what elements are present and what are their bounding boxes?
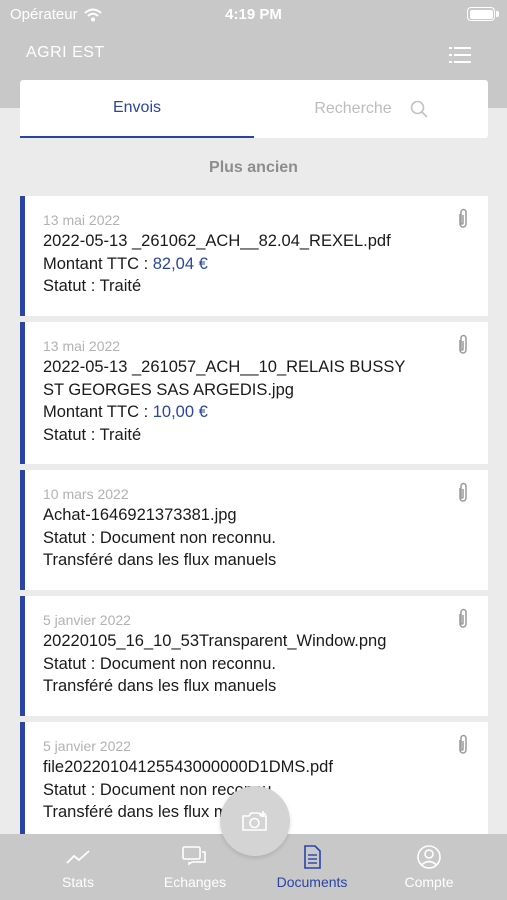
paperclip-icon[interactable] (456, 334, 470, 356)
paperclip-icon[interactable] (456, 734, 470, 756)
document-details: 2022-05-13 _261057_ACH__10_RELAIS BUSSY … (43, 356, 463, 446)
document-date: 13 mai 2022 (43, 212, 121, 228)
tab-recherche[interactable]: Recherche (254, 80, 488, 138)
paperclip-icon[interactable] (456, 608, 470, 630)
document-card[interactable]: 13 mai 2022 2022-05-13 _261062_ACH__82.0… (20, 196, 488, 316)
document-date: 5 janvier 2022 (43, 612, 131, 628)
document-date: 5 janvier 2022 (43, 738, 131, 754)
amount-value: 82,04 € (152, 254, 208, 273)
search-icon (410, 100, 428, 118)
chat-bubbles-icon (182, 846, 206, 866)
tab-echanges-label: Echanges (163, 874, 227, 890)
document-filename: 2022-05-13 _261057_ACH__10_RELAIS BUSSY (43, 358, 406, 376)
segment-tabs: Envois Recherche (20, 80, 488, 138)
document-status: Statut : Traité (43, 277, 142, 295)
section-heading: Plus ancien (209, 159, 298, 176)
document-details: 20220105_16_10_53Transparent_Window.png … (43, 630, 463, 698)
tab-envois-label: Envois (112, 99, 162, 116)
document-filename-cont: ST GEORGES SAS ARGEDIS.jpg (43, 380, 294, 399)
paperclip-icon[interactable] (456, 482, 470, 504)
tab-recherche-label: Recherche (314, 100, 392, 117)
document-card[interactable]: 13 mai 2022 2022-05-13 _261057_ACH__10_R… (20, 322, 488, 464)
document-status: Statut : Traité (43, 425, 142, 444)
document-note: Transféré dans les flux manuels (43, 551, 277, 569)
tab-stats-label: Stats (62, 874, 94, 890)
document-amount: Montant TTC : 82,04 € (43, 253, 463, 276)
amount-label: Montant TTC : (43, 254, 153, 273)
document-status: Statut : Document non reconnu. (43, 654, 276, 673)
document-icon (304, 845, 321, 869)
tab-compte-label: Compte (404, 874, 454, 890)
amount-label: Montant TTC : (43, 403, 153, 421)
tab-documents-label: Documents (276, 874, 348, 890)
list-menu-icon[interactable] (449, 46, 471, 64)
document-details: Achat-1646921373381.jpg Statut : Documen… (43, 504, 463, 572)
document-card[interactable]: 5 janvier 2022 20220105_16_10_53Transpar… (20, 596, 488, 716)
user-account-icon (417, 845, 441, 869)
document-filename: 20220105_16_10_53Transparent_Window.png (43, 632, 387, 650)
tab-compte[interactable]: Compte (366, 834, 492, 900)
document-status: Statut : Document non reconnu. (43, 528, 276, 547)
document-note: Transféré dans les flux manuels (43, 677, 277, 695)
paperclip-icon[interactable] (456, 208, 470, 230)
amount-value: 10,00 € (152, 403, 208, 421)
document-card[interactable]: 10 mars 2022 Achat-1646921373381.jpg Sta… (20, 470, 488, 590)
document-details: 2022-05-13 _261062_ACH__82.04_REXEL.pdf … (43, 230, 463, 298)
page-title: AGRI EST (26, 44, 105, 61)
document-filename: 2022-05-13 _261062_ACH__82.04_REXEL.pdf (43, 232, 391, 250)
document-filename: file20220104125543000000D1DMS.pdf (43, 758, 333, 776)
status-bar: Opérateur 4:19 PM (0, 0, 507, 30)
document-filename: Achat-1646921373381.jpg (43, 506, 237, 524)
camera-upload-button[interactable] (220, 786, 290, 856)
tab-envois[interactable]: Envois (20, 80, 254, 138)
tab-stats[interactable]: Stats (15, 834, 141, 900)
camera-plus-icon (242, 811, 267, 831)
line-chart-icon (66, 850, 90, 864)
document-date: 10 mars 2022 (43, 486, 129, 502)
document-date: 13 mai 2022 (43, 338, 121, 354)
battery-icon (467, 7, 499, 21)
clock: 4:19 PM (225, 6, 282, 23)
nav-bar: AGRI EST (0, 30, 507, 80)
document-amount: Montant TTC : 10,00 € (43, 401, 463, 424)
